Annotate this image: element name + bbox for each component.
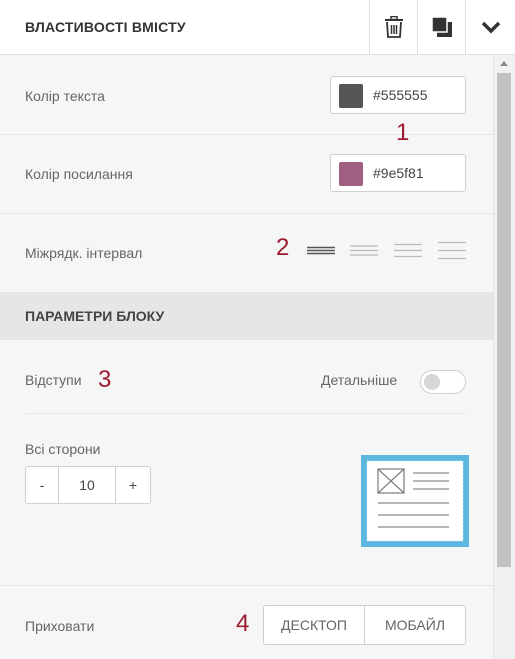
- block-settings-section: ПАРАМЕТРИ БЛОКУ: [0, 292, 493, 340]
- divider: [0, 585, 493, 586]
- hide-mobile-button[interactable]: МОБАЙЛ: [364, 605, 466, 645]
- delete-button[interactable]: [369, 0, 418, 54]
- line-spacing-loose-option[interactable]: [436, 241, 468, 261]
- text-color-value: #555555: [373, 87, 428, 103]
- divider: [0, 213, 493, 214]
- link-color-label: Колір посилання: [25, 166, 133, 182]
- line-spacing-loose-icon: [438, 241, 466, 260]
- scroll-up-arrow-icon[interactable]: [499, 59, 509, 67]
- copy-icon: [431, 16, 452, 37]
- panel-title: ВЛАСТИВОСТІ ВМІСТУ: [25, 19, 186, 35]
- marker-2: 2: [276, 234, 290, 261]
- scrollbar[interactable]: [493, 55, 515, 659]
- padding-value[interactable]: 10: [59, 466, 115, 504]
- detail-toggle-label: Детальніше: [321, 372, 398, 388]
- marker-1: 1: [396, 119, 410, 146]
- scrollbar-thumb[interactable]: [497, 73, 511, 567]
- padding-preview-icon: [361, 455, 469, 547]
- line-spacing-normal-icon: [350, 245, 378, 256]
- chevron-down-icon: [481, 21, 501, 34]
- all-sides-label: Всі сторони: [25, 441, 101, 457]
- section-title: ПАРАМЕТРИ БЛОКУ: [25, 308, 165, 324]
- marker-3: 3: [98, 366, 112, 393]
- padding-stepper: - 10 +: [25, 466, 151, 504]
- properties-panel: Колір текста #555555 1 Колір посилання #…: [0, 55, 493, 659]
- text-color-picker[interactable]: #555555: [330, 76, 466, 114]
- increment-button[interactable]: +: [115, 466, 151, 504]
- line-spacing-compact-icon: [307, 246, 335, 255]
- padding-label: Відступи: [25, 372, 82, 388]
- divider: [0, 134, 493, 135]
- duplicate-button[interactable]: [417, 0, 466, 54]
- hide-desktop-button[interactable]: ДЕСКТОП: [263, 605, 365, 645]
- detail-toggle[interactable]: [420, 370, 466, 394]
- decrement-button[interactable]: -: [25, 466, 59, 504]
- link-color-swatch: [339, 162, 363, 186]
- hide-label: Приховати: [25, 618, 95, 634]
- line-spacing-relaxed-icon: [394, 243, 422, 258]
- trash-icon: [385, 16, 403, 38]
- toggle-knob: [424, 374, 440, 390]
- link-color-picker[interactable]: #9e5f81: [330, 154, 466, 192]
- line-spacing-compact-option[interactable]: [305, 241, 337, 261]
- line-spacing-normal-option[interactable]: [348, 241, 380, 261]
- collapse-button[interactable]: [465, 0, 515, 54]
- divider: [25, 413, 466, 414]
- link-color-value: #9e5f81: [373, 165, 424, 181]
- line-spacing-label: Міжрядк. інтервал: [25, 245, 143, 261]
- text-color-label: Колір текста: [25, 88, 105, 104]
- text-color-swatch: [339, 84, 363, 108]
- panel-header: ВЛАСТИВОСТІ ВМІСТУ: [0, 0, 515, 55]
- marker-4: 4: [236, 610, 250, 637]
- line-spacing-relaxed-option[interactable]: [392, 241, 424, 261]
